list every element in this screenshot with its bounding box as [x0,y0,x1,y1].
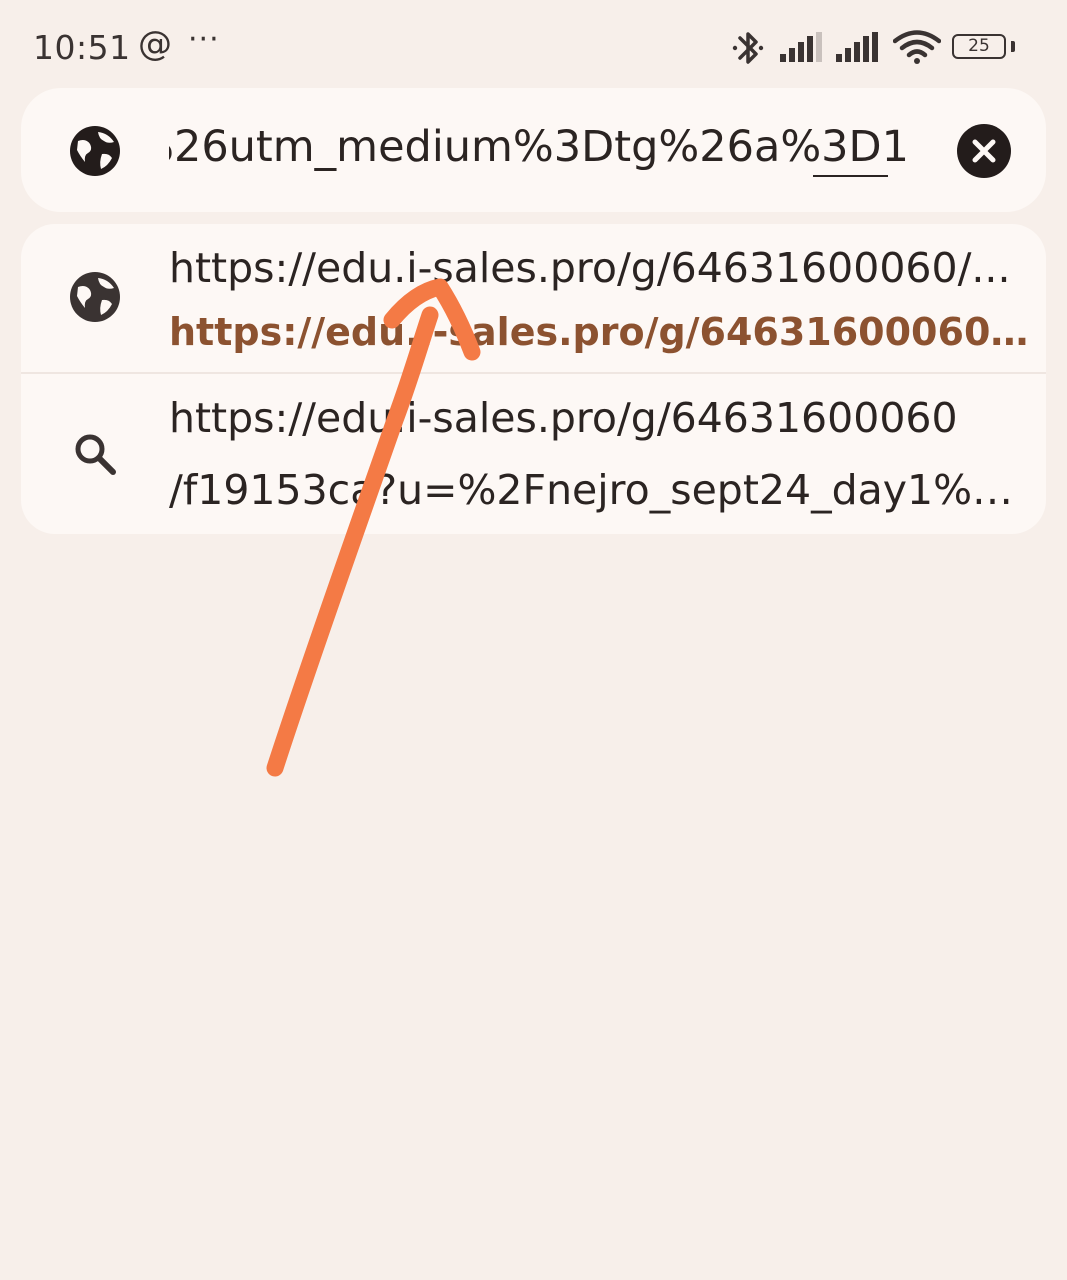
suggestion-title: https://edu.i-sales.pro/g/64631600060/..… [169,244,1011,292]
globe-icon [70,126,120,176]
suggestion-query-line1: https://edu.i-sales.pro/g/64631600060 [169,394,958,442]
suggestion-url: https://edu.i-sales.pro/g/64631600060/f1… [169,310,1039,354]
clear-icon [972,139,996,163]
battery-tip [1011,41,1015,52]
suggestion-item-page[interactable]: https://edu.i-sales.pro/g/64631600060/..… [21,224,1046,372]
search-icon [75,434,116,475]
suggestion-query-line2: /f19153ca?u=%2Fnejro_sept24_day1%3F... [169,466,1039,514]
more-notifications-icon: ··· [188,22,220,57]
wifi-icon [893,30,941,64]
url-text: %26utm_medium%3Dtg%26a%3D1 [169,122,909,172]
status-bar: 10:51 @ ··· 25 [0,0,1067,90]
autocomplete-underline [813,175,888,177]
status-time: 10:51 [33,28,131,67]
clear-button[interactable] [957,124,1011,178]
suggestion-item-search[interactable]: https://edu.i-sales.pro/g/64631600060 /f… [21,374,1046,534]
battery-icon: 25 [952,34,1006,59]
address-bar[interactable]: %26utm_medium%3Dtg%26a%3D1 [21,88,1046,212]
url-input[interactable]: %26utm_medium%3Dtg%26a%3D1 [169,116,909,180]
signal-icon [836,32,878,62]
globe-icon [70,272,120,322]
at-notification-icon: @ [138,24,172,64]
signal-icon [780,32,822,62]
suggestion-list: https://edu.i-sales.pro/g/64631600060/..… [21,224,1046,534]
battery-level: 25 [968,36,990,56]
bluetooth-icon [732,32,764,64]
